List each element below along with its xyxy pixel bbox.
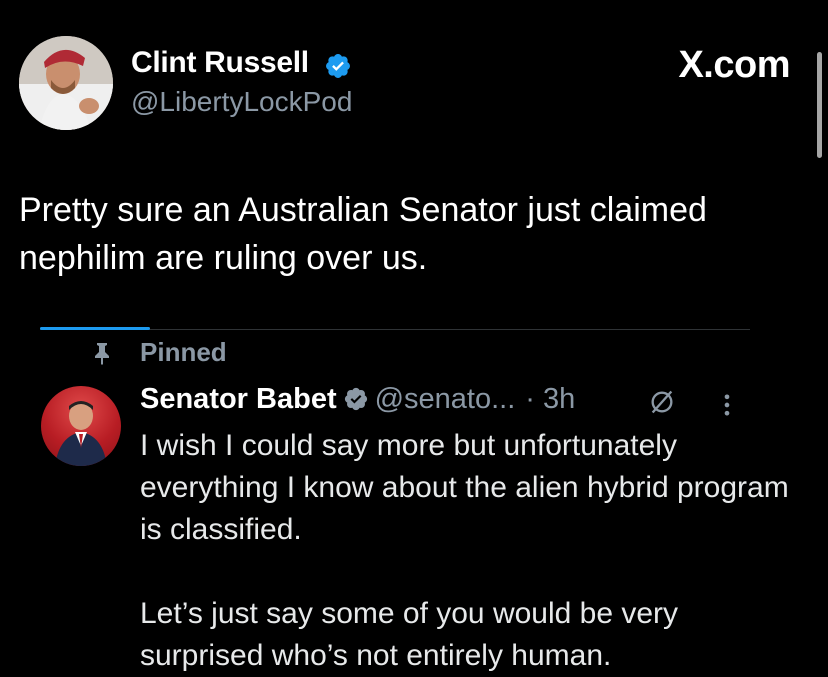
- quoted-author-name[interactable]: Senator Babet: [140, 383, 337, 415]
- quoted-author-handle[interactable]: @senato...: [375, 383, 516, 415]
- author-avatar-image: [19, 36, 113, 130]
- quoted-paragraph-2: Let’s just say some of you would be very…: [140, 597, 679, 672]
- pinned-label: Pinned: [140, 337, 227, 367]
- tab-indicator: [40, 327, 150, 330]
- quoted-header: Senator Babet @senato... · 3h: [140, 383, 575, 416]
- post-text: Pretty sure an Australian Senator just c…: [19, 191, 707, 277]
- more-options-icon[interactable]: [713, 391, 741, 419]
- author-handle[interactable]: @LibertyLockPod: [131, 86, 352, 118]
- verified-badge-icon: [326, 54, 350, 78]
- quoted-paragraph-1: I wish I could say more but unfortunatel…: [140, 429, 789, 546]
- quoted-post-text: I wish I could say more but unfortunatel…: [140, 425, 800, 677]
- site-label: X.com: [678, 44, 790, 86]
- gray-verified-badge-icon: [344, 387, 367, 411]
- author-avatar[interactable]: [19, 36, 113, 130]
- author-name[interactable]: Clint Russell: [131, 46, 309, 80]
- scrollbar[interactable]: [817, 52, 822, 158]
- edited-icon[interactable]: [648, 388, 676, 416]
- quoted-avatar-image: [55, 401, 107, 466]
- quoted-author-avatar[interactable]: [41, 386, 121, 466]
- quoted-timestamp[interactable]: · 3h: [525, 383, 575, 415]
- pin-icon: [95, 343, 109, 365]
